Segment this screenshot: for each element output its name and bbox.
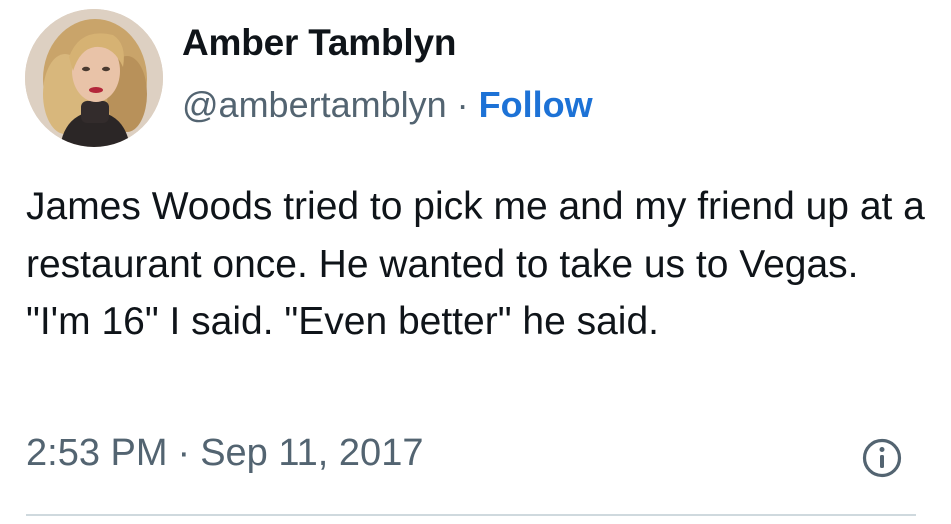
follow-button[interactable]: Follow	[479, 84, 593, 125]
tweet-date: Sep 11, 2017	[200, 432, 424, 474]
avatar[interactable]	[25, 9, 163, 147]
display-name[interactable]: Amber Tamblyn	[182, 22, 456, 64]
user-handle[interactable]: @ambertamblyn	[182, 84, 447, 125]
avatar-photo	[25, 9, 163, 147]
tweet-text: James Woods tried to pick me and my frie…	[26, 185, 925, 343]
handle-separator: ·	[456, 84, 469, 125]
info-circle-icon[interactable]	[861, 437, 903, 479]
handle-row: @ambertamblyn · Follow	[182, 84, 593, 126]
timestamp-row[interactable]: 2:53 PM · Sep 11, 2017	[26, 432, 423, 475]
timestamp-separator: ·	[177, 432, 191, 474]
divider	[26, 514, 916, 516]
tweet-time: 2:53 PM	[26, 432, 168, 474]
tweet-card: Amber Tamblyn @ambertamblyn · Follow James…	[0, 0, 951, 524]
